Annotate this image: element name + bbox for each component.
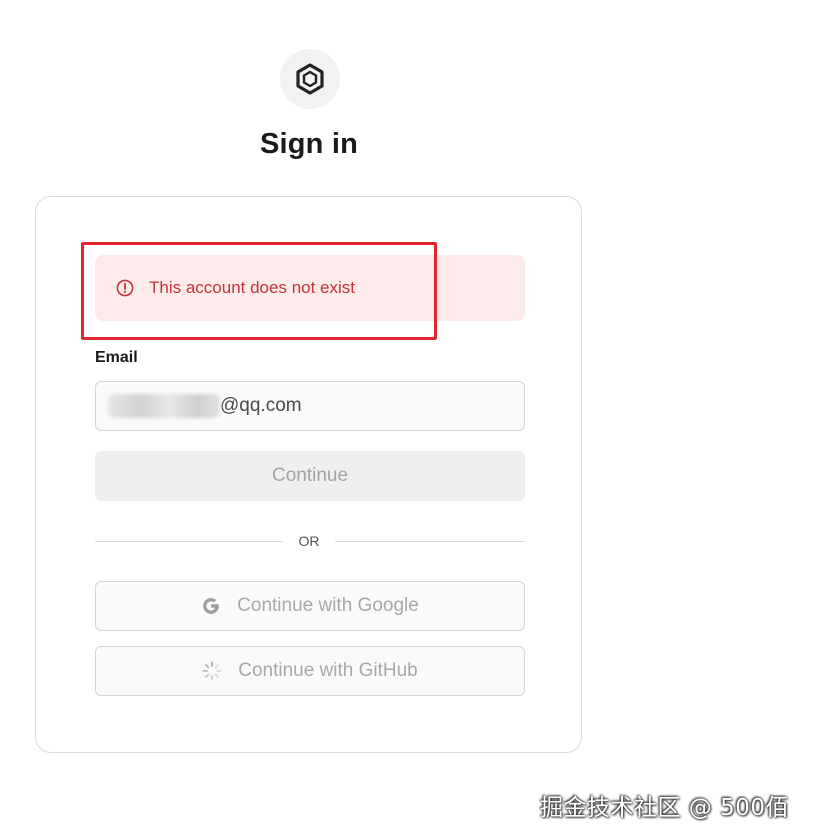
continue-with-google-button[interactable]: Continue with Google (95, 581, 525, 631)
divider-label: OR (298, 533, 320, 549)
watermark: 掘金技术社区 @ 500佰 (540, 795, 790, 821)
email-field[interactable]: @qq.com (95, 381, 525, 431)
google-button-label: Continue with Google (237, 595, 419, 616)
divider-line (95, 540, 283, 542)
hexagon-logo-icon (296, 63, 324, 95)
email-value: @qq.com (220, 395, 302, 416)
continue-with-github-button[interactable]: Continue with GitHub (95, 646, 525, 696)
google-icon (201, 596, 221, 616)
alert-circle-icon (116, 279, 134, 297)
github-button-label: Continue with GitHub (238, 660, 418, 681)
continue-button[interactable]: Continue (95, 451, 525, 501)
email-label: Email (95, 349, 138, 366)
app-logo (280, 49, 340, 109)
divider-line (335, 540, 525, 542)
alert-message: This account does not exist (149, 278, 356, 297)
error-alert: This account does not exist (95, 255, 525, 321)
loading-spinner-icon (202, 661, 222, 681)
or-divider: OR (95, 531, 525, 551)
page-title: Sign in (259, 128, 359, 160)
redacted-email-part (108, 394, 220, 418)
